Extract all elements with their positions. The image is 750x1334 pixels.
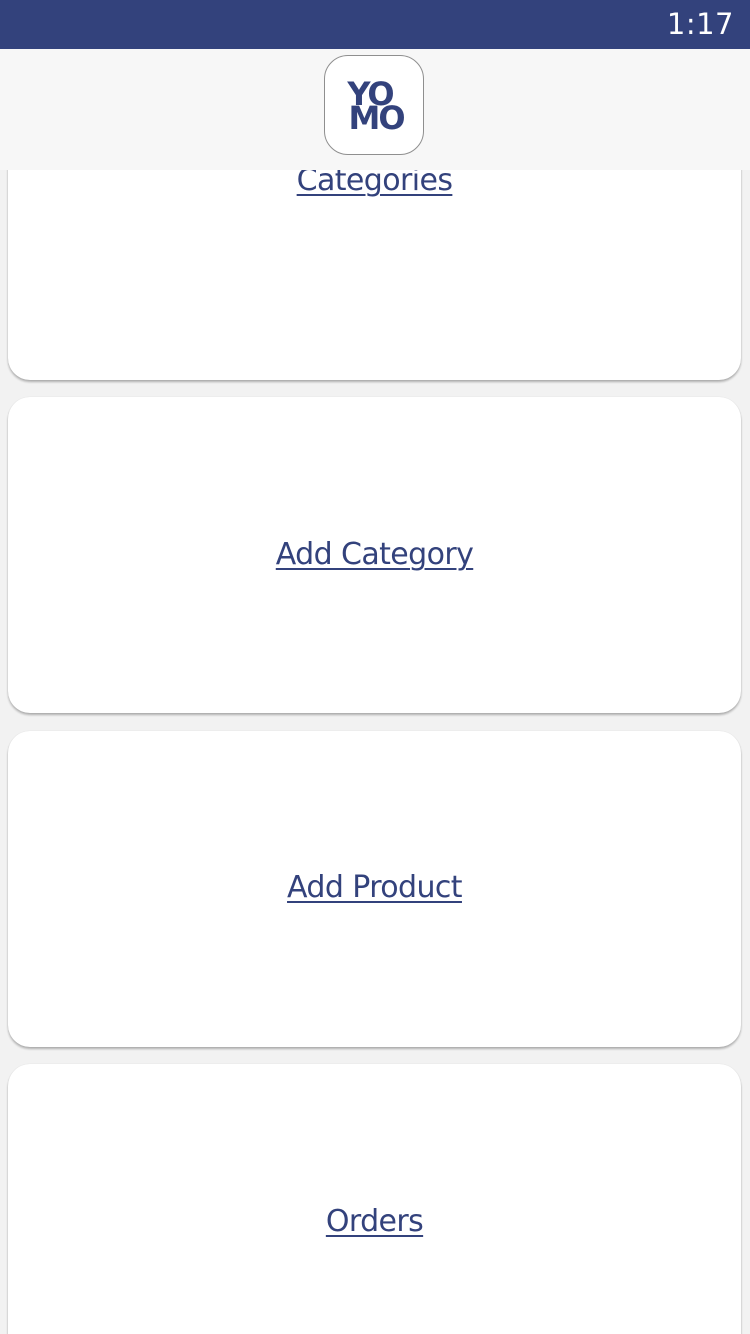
app-logo[interactable]: YO MO (324, 55, 424, 155)
status-bar: 1:17 (0, 0, 750, 49)
logo-text-bottom: MO (348, 99, 405, 137)
add-product-link[interactable]: Add Product (8, 868, 741, 908)
menu-card-orders[interactable]: Orders (8, 1064, 741, 1334)
menu-card-add-category[interactable]: Add Category (8, 397, 741, 713)
menu-card-categories[interactable]: Categories (8, 170, 741, 380)
add-category-link[interactable]: Add Category (8, 535, 741, 575)
menu-card-add-product[interactable]: Add Product (8, 731, 741, 1047)
status-time: 1:17 (666, 7, 734, 41)
orders-link[interactable]: Orders (8, 1202, 741, 1242)
app-header: YO MO (0, 49, 750, 170)
menu-list: Categories Add Category Add Product Orde… (0, 170, 750, 1334)
categories-link[interactable]: Categories (8, 170, 741, 201)
